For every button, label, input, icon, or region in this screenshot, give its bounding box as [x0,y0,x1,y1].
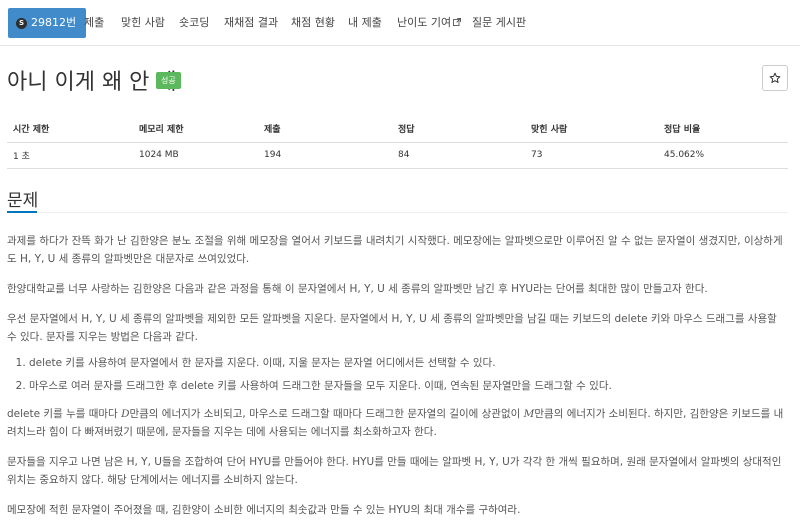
deletion-method-list: delete 키를 사용하여 문자열에서 한 문자를 지운다. 이때, 지울 문… [29,354,788,395]
section-title: 문제 [7,191,39,211]
header-accept-rate: 정답 비율 [658,116,788,143]
header-accepted: 정답 [392,116,525,143]
star-icon [769,72,781,83]
problem-description: 과제를 하다가 잔뜩 화가 난 김한양은 분노 조절을 위해 메모장을 열어서 … [7,232,788,531]
nav-my-submissions[interactable]: 내 제출 [340,8,390,38]
problem-title: 아니 이게 왜 안 돼 [7,70,177,95]
problem-number-tab[interactable]: S 29812번 [8,8,87,38]
description-paragraph: 메모장에 적힌 문자열이 주어졌을 때, 김한양이 소비한 에너지의 최솟값과 … [7,504,521,516]
section-underline [7,211,37,213]
list-item: delete 키를 사용하여 문자열에서 한 문자를 지운다. 이때, 지울 문… [29,354,788,372]
nav-submit[interactable]: 제출 [76,8,112,38]
list-item: 마우스로 여러 문자를 드래그한 후 delete 키를 사용하여 드래그한 문… [29,377,788,395]
nav-short-coding[interactable]: 숏코딩 [171,8,217,38]
description-paragraph: 한양대학교를 너무 사랑하는 김한양은 다음과 같은 과정을 통해 이 문자열에… [7,283,708,295]
value-time-limit: 1 초 [7,142,133,169]
external-link-icon [453,18,462,26]
section-divider [7,212,788,213]
value-accept-rate: 45.062% [658,142,788,169]
header-submissions: 제출 [258,116,392,143]
table-header-row: 시간 제한 메모리 제한 제출 정답 맞힌 사람 정답 비율 [7,116,788,143]
description-paragraph: 과제를 하다가 잔뜩 화가 난 김한양은 분노 조절을 위해 메모장을 열어서 … [7,235,783,265]
value-submissions: 194 [258,142,392,169]
description-paragraph: 우선 문자열에서 H, Y, U 세 종류의 알파벳을 제외한 모든 알파벳을 … [7,313,777,343]
nav-question-board[interactable]: 질문 게시판 [464,8,534,38]
description-paragraph: delete 키를 누를 때마다 D만큼의 에너지가 소비되고, 마우스로 드래… [7,408,784,438]
description-paragraph: 문자들을 지우고 나면 남은 H, Y, U들을 조합하여 단어 HYU를 만들… [7,456,782,486]
table-row: 1 초 1024 MB 194 84 73 45.062% [7,142,788,169]
nav-status[interactable]: 채점 현황 [283,8,343,38]
nav-solvers[interactable]: 맞힌 사람 [113,8,173,38]
problem-info-table: 시간 제한 메모리 제한 제출 정답 맞힌 사람 정답 비율 1 초 1024 … [7,116,788,169]
problem-nav: S 29812번 제출 맞힌 사람 숏코딩 재채점 결과 채점 현황 내 제출 난… [0,0,800,46]
value-accepted: 84 [392,142,525,169]
tier-icon: S [16,18,27,29]
header-solvers: 맞힌 사람 [525,116,658,143]
value-solvers: 73 [525,142,658,169]
value-memory-limit: 1024 MB [133,142,258,169]
favorite-button[interactable] [762,65,788,91]
math-var-m: M [523,408,535,420]
nav-rejudge-results[interactable]: 재채점 결과 [216,8,286,38]
header-time-limit: 시간 제한 [7,116,133,143]
status-badge: 성공 [156,72,181,89]
header-memory-limit: 메모리 제한 [133,116,258,143]
nav-difficulty-contrib[interactable]: 난이도 기여 [389,8,469,38]
